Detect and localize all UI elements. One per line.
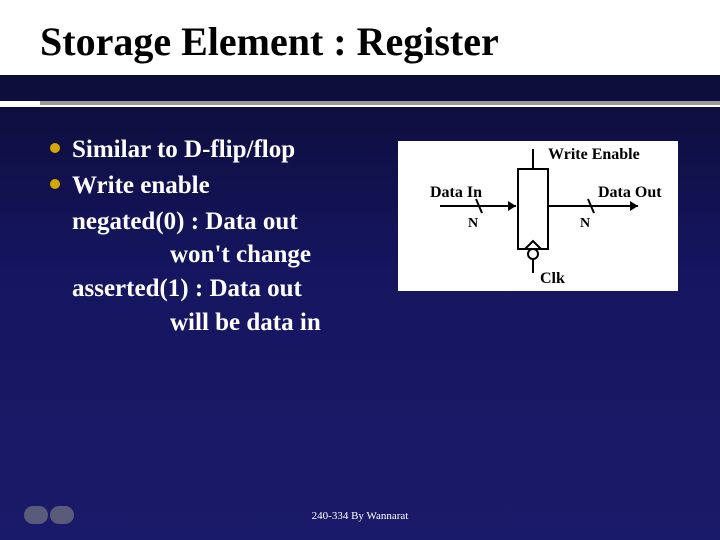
- label-n-left: N: [468, 216, 478, 231]
- list-item: Similar to D-flip/flop: [50, 133, 388, 167]
- bullet-icon: [50, 179, 60, 189]
- label-data-in: Data In: [430, 184, 482, 201]
- sub-line-indent: won't change: [50, 238, 388, 272]
- register-diagram: Write Enable Data In Data Out N N Clk: [398, 141, 678, 291]
- footer-text: 240-334 By Wannarat: [0, 510, 720, 522]
- label-clk: Clk: [540, 270, 565, 287]
- sub-line: asserted(1) : Data out: [50, 272, 388, 306]
- bullet-text: Write enable: [72, 169, 210, 203]
- text-column: Similar to D-flip/flop Write enable nega…: [50, 133, 388, 340]
- label-write-enable: Write Enable: [548, 146, 640, 163]
- title-underline: [0, 101, 720, 107]
- bullet-icon: [50, 143, 60, 153]
- label-n-right: N: [580, 216, 590, 231]
- slide-title: Storage Element : Register: [40, 18, 700, 65]
- label-data-out: Data Out: [598, 184, 662, 201]
- sub-line: negated(0) : Data out: [50, 205, 388, 239]
- list-item: Write enable: [50, 169, 388, 203]
- bullet-text: Similar to D-flip/flop: [72, 133, 295, 167]
- diagram-column: Write Enable Data In Data Out N N Clk: [388, 133, 700, 340]
- title-area: Storage Element : Register: [0, 0, 720, 75]
- content-area: Similar to D-flip/flop Write enable nega…: [0, 107, 720, 340]
- sub-line-indent: will be data in: [50, 306, 388, 340]
